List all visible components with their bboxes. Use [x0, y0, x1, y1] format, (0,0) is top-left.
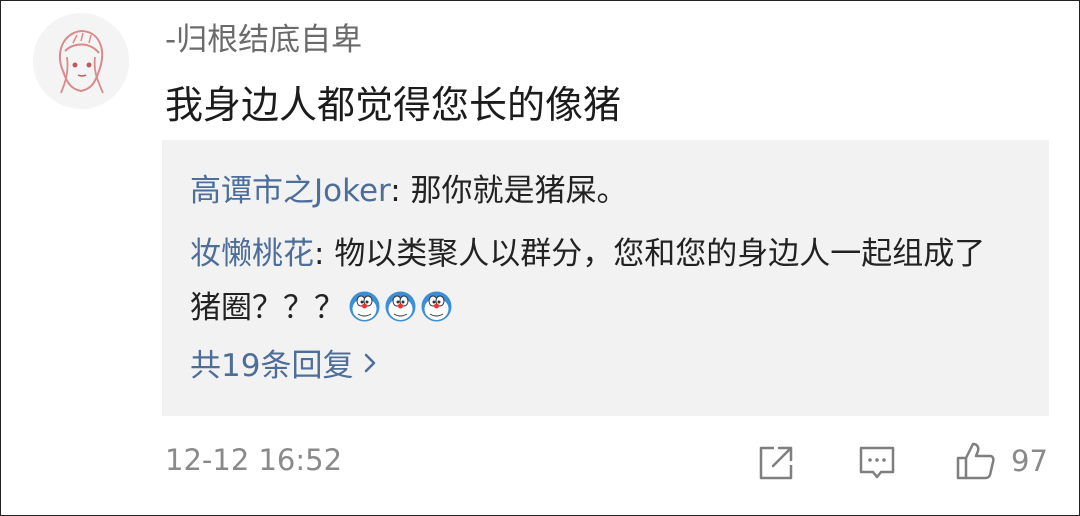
comment-username[interactable]: -归根结底自卑 [165, 14, 362, 59]
like-button[interactable]: 97 [955, 440, 1048, 482]
chevron-right-icon [365, 353, 376, 372]
doraemon-emoji [384, 286, 417, 322]
share-button[interactable] [757, 444, 795, 482]
reply-separator: : [390, 173, 411, 209]
comment-time: 12-12 16:52 [165, 443, 343, 477]
reply-text: 那你就是猪屎。 [410, 173, 628, 209]
comment-icon [859, 446, 895, 479]
like-count: 97 [1011, 444, 1048, 478]
thumbs-up-icon [956, 442, 995, 480]
doraemon-emoji [348, 286, 381, 322]
replies-box[interactable]: 高谭市之Joker: 那你就是猪屎。 妆懒桃花: 物以类聚人以群分，您和您的身边… [162, 140, 1049, 416]
reply-author[interactable]: 高谭市之Joker [190, 173, 390, 209]
comment-button[interactable] [858, 444, 896, 482]
reply-separator: : [314, 236, 335, 272]
reply-item: 高谭市之Joker: 那你就是猪屎。 [190, 164, 628, 218]
comment-text: 我身边人都觉得您长的像猪 [165, 83, 622, 127]
more-replies-link[interactable]: 共19条回复 [190, 340, 377, 385]
share-icon [759, 446, 793, 480]
avatar-image [33, 13, 129, 109]
reply-author[interactable]: 妆懒桃花 [190, 236, 314, 272]
avatar[interactable] [33, 13, 129, 109]
reply-item: 妆懒桃花: 物以类聚人以群分，您和您的身边人一起组成了猪圈？？？ [190, 227, 1010, 335]
more-replies-label: 共19条回复 [190, 348, 354, 384]
doraemon-emoji [420, 286, 453, 322]
